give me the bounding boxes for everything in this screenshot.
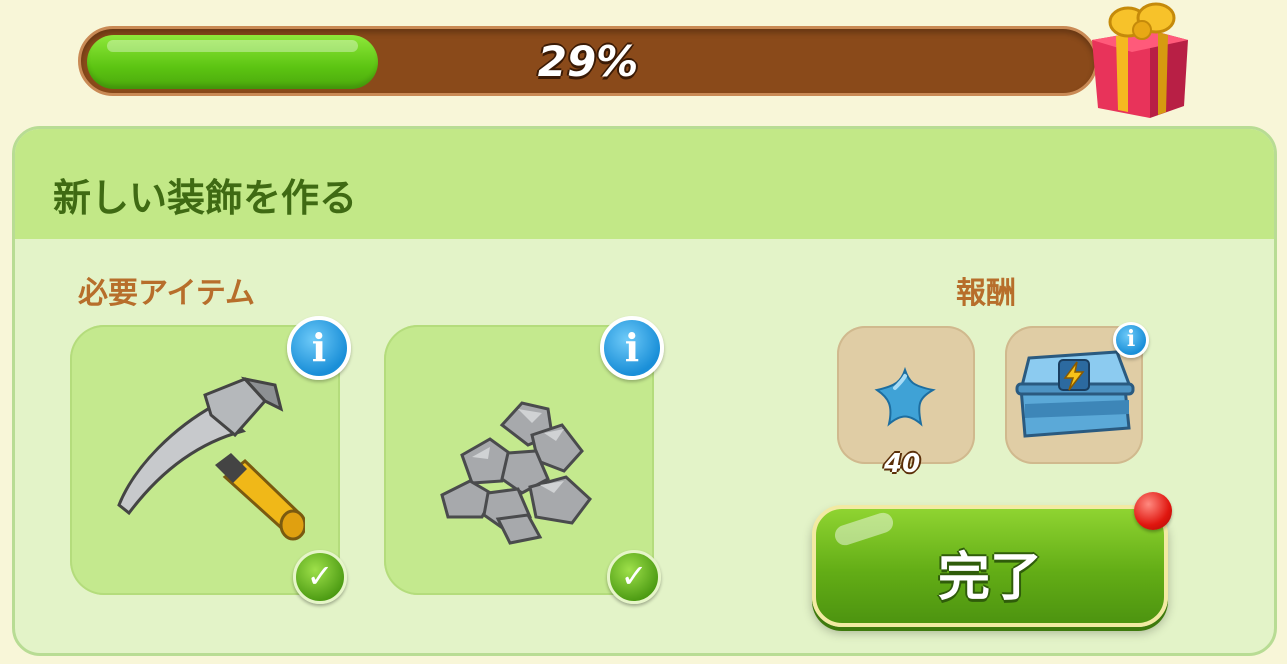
required-items-label: 必要アイテム [78, 276, 255, 311]
info-icon[interactable]: i [1113, 322, 1149, 358]
rewards-label: 報酬 [956, 276, 1016, 311]
reward-count: 40 [884, 449, 921, 479]
energy-chest-icon [1015, 350, 1135, 438]
info-icon[interactable]: i [287, 316, 351, 380]
blue-star-icon [874, 366, 936, 427]
progress-percentage: 29% [537, 37, 639, 86]
complete-button-label: 完了 [937, 548, 1042, 608]
gift-box-icon[interactable] [1080, 0, 1200, 120]
complete-button[interactable]: 完了 [812, 505, 1168, 627]
reward-card-star[interactable] [837, 326, 975, 464]
info-icon[interactable]: i [600, 316, 664, 380]
checkmark-icon: ✓ [293, 550, 347, 604]
progress-bar: 29% [78, 26, 1098, 96]
stones-icon [440, 401, 593, 545]
checkmark-icon: ✓ [607, 550, 661, 604]
hammer-icon [117, 376, 305, 541]
quest-title: 新しい装飾を作る [53, 176, 358, 220]
notification-dot [1134, 492, 1172, 530]
